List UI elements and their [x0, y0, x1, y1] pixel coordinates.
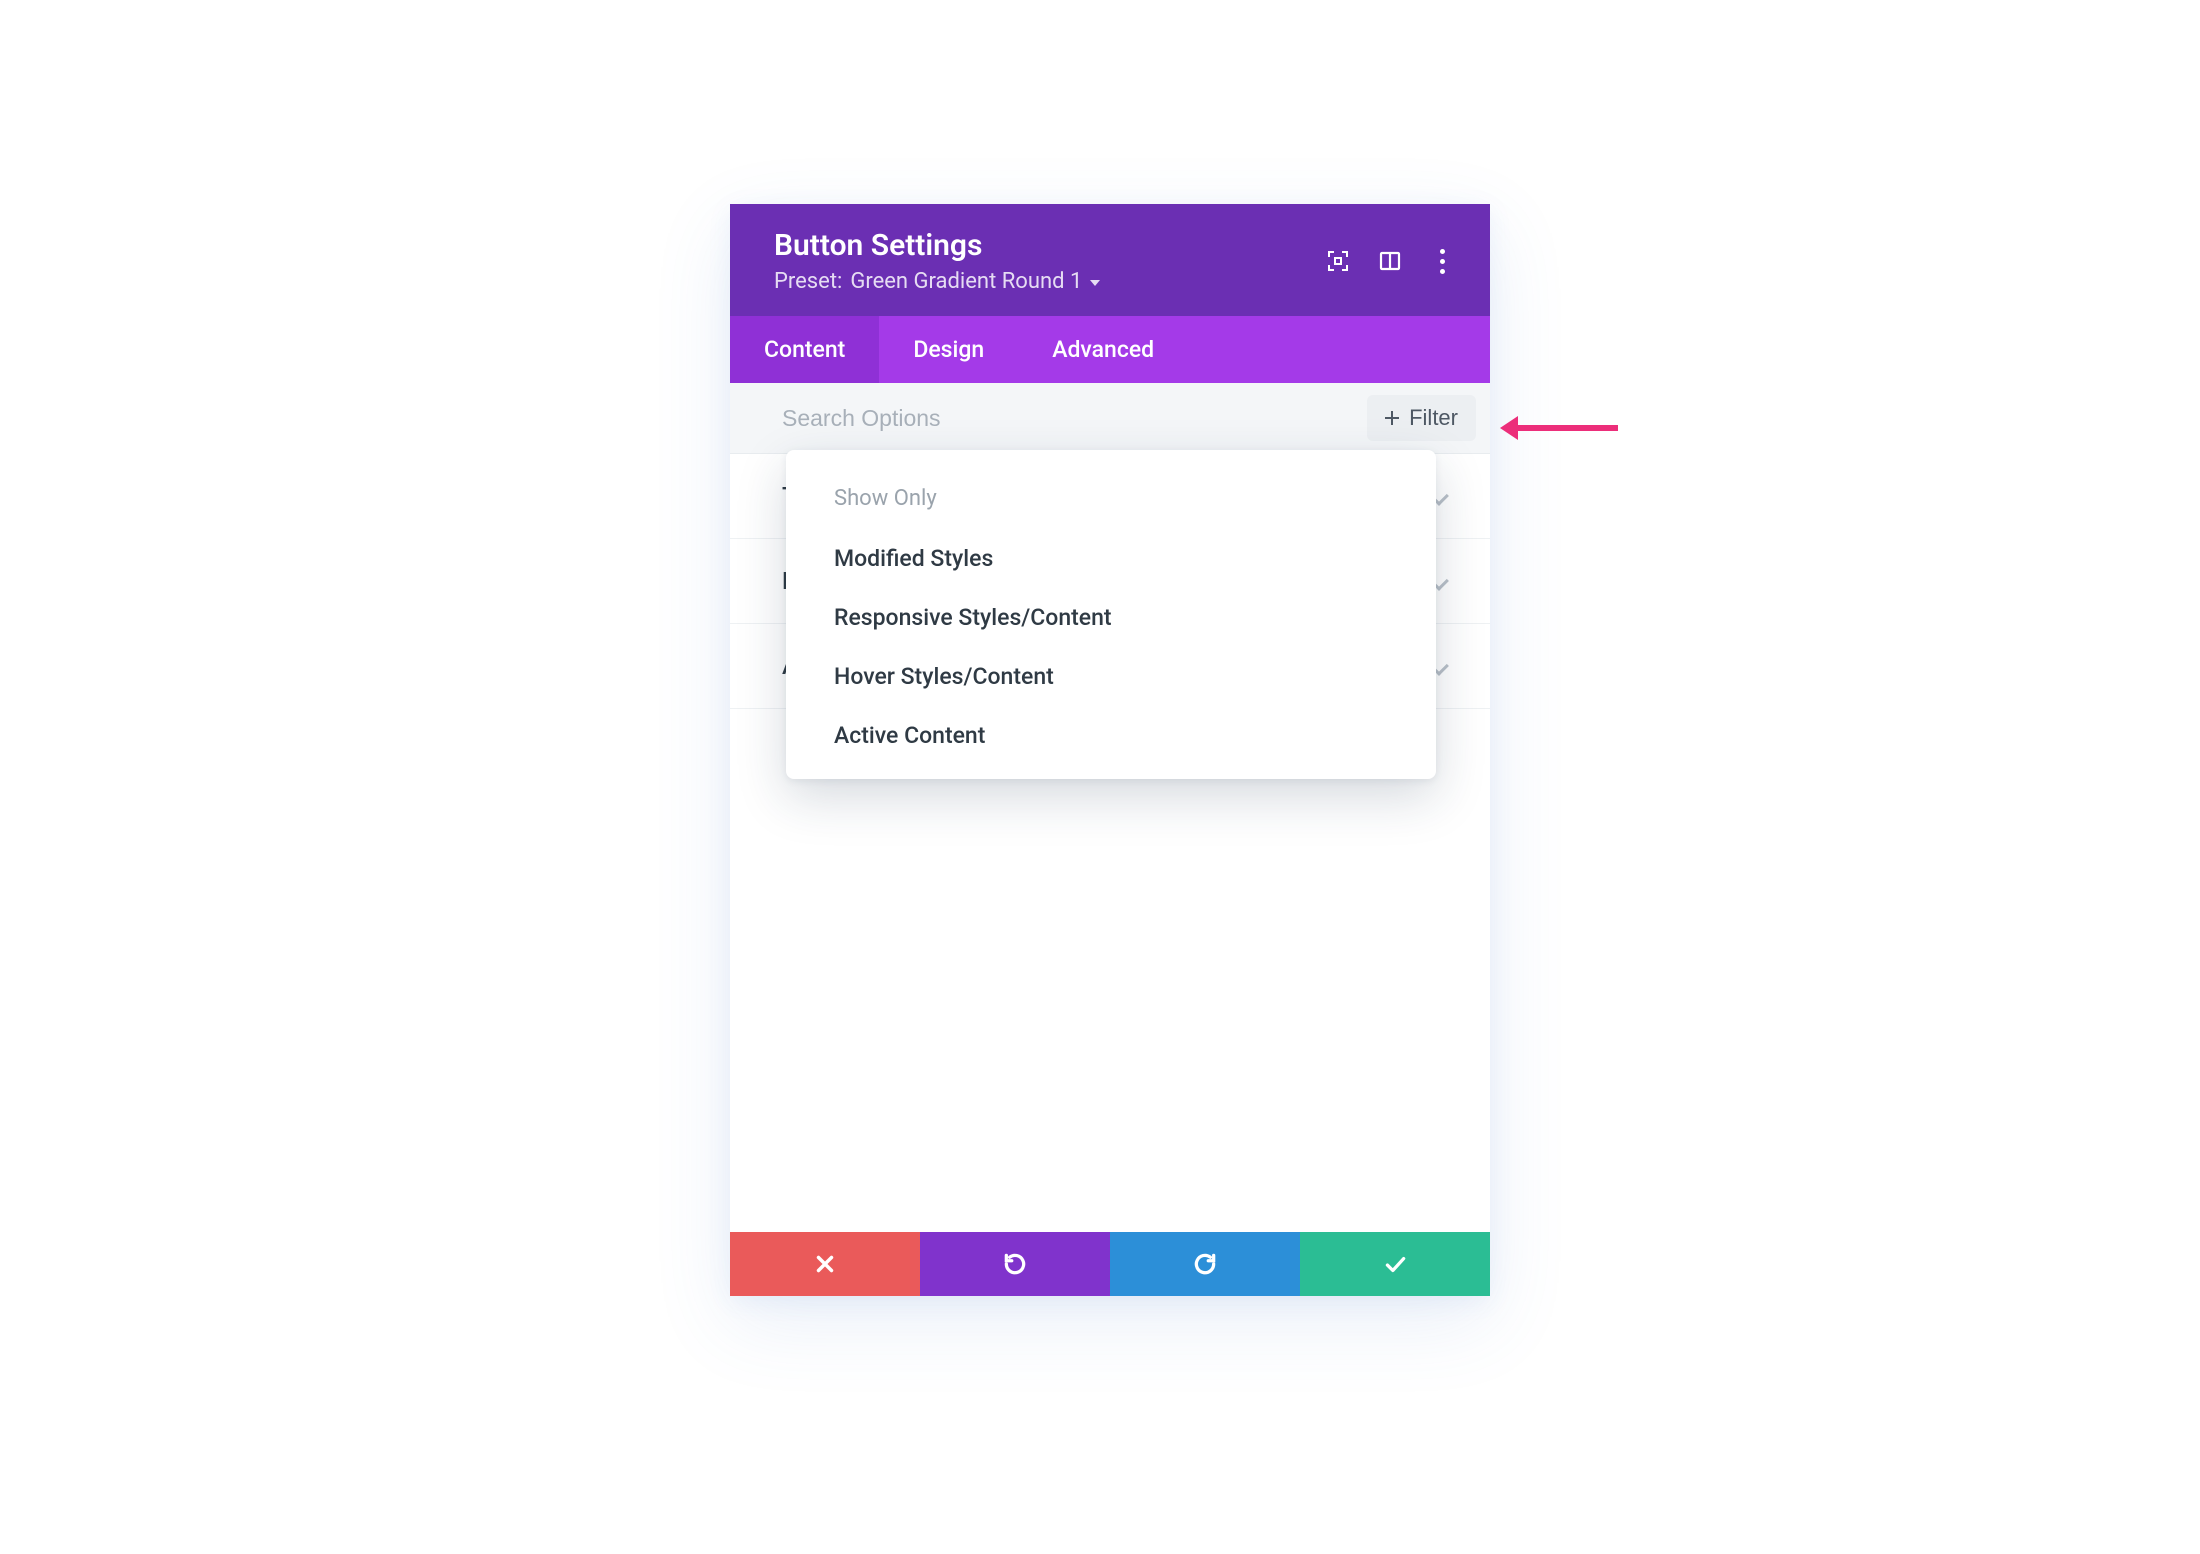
filter-label: Filter — [1409, 405, 1458, 431]
annotation-arrow — [1500, 416, 1620, 440]
settings-panel: Button Settings Preset: Green Gradient R… — [730, 204, 1490, 1296]
search-row: Filter — [730, 383, 1490, 454]
arrow-left-icon — [1500, 416, 1518, 440]
filter-dropdown: Show Only Modified Styles Responsive Sty… — [786, 450, 1436, 779]
tabs: Content Design Advanced — [730, 316, 1490, 383]
arrow-line — [1518, 425, 1618, 431]
dropdown-item-hover-styles[interactable]: Hover Styles/Content — [786, 647, 1436, 706]
search-input[interactable] — [782, 405, 1198, 432]
dropdown-item-modified-styles[interactable]: Modified Styles — [786, 529, 1436, 588]
panel-title: Button Settings — [774, 228, 1100, 263]
tab-content[interactable]: Content — [730, 316, 879, 383]
panel-header: Button Settings Preset: Green Gradient R… — [730, 204, 1490, 316]
more-icon[interactable] — [1430, 249, 1454, 274]
dropdown-item-responsive-styles[interactable]: Responsive Styles/Content — [786, 588, 1436, 647]
layout-icon[interactable] — [1378, 249, 1402, 273]
panel-body: T L A ? Help Show Only Modified Styles R… — [730, 454, 1490, 1232]
filter-button[interactable]: Filter — [1367, 395, 1476, 441]
plus-icon — [1385, 411, 1399, 425]
caret-down-icon — [1090, 280, 1100, 286]
title-block: Button Settings Preset: Green Gradient R… — [774, 228, 1100, 294]
preset-selector[interactable]: Preset: Green Gradient Round 1 — [774, 269, 1100, 294]
header-icons — [1326, 249, 1462, 274]
dropdown-header: Show Only — [786, 476, 1436, 529]
tab-design[interactable]: Design — [879, 316, 1018, 383]
expand-icon[interactable] — [1326, 249, 1350, 273]
panel-footer — [730, 1232, 1490, 1296]
confirm-button[interactable] — [1300, 1232, 1490, 1296]
preset-prefix: Preset: — [774, 269, 842, 294]
undo-button[interactable] — [920, 1232, 1110, 1296]
tab-advanced[interactable]: Advanced — [1018, 316, 1188, 383]
close-button[interactable] — [730, 1232, 920, 1296]
redo-button[interactable] — [1110, 1232, 1300, 1296]
preset-name: Green Gradient Round 1 — [850, 269, 1082, 294]
dropdown-item-active-content[interactable]: Active Content — [786, 706, 1436, 765]
